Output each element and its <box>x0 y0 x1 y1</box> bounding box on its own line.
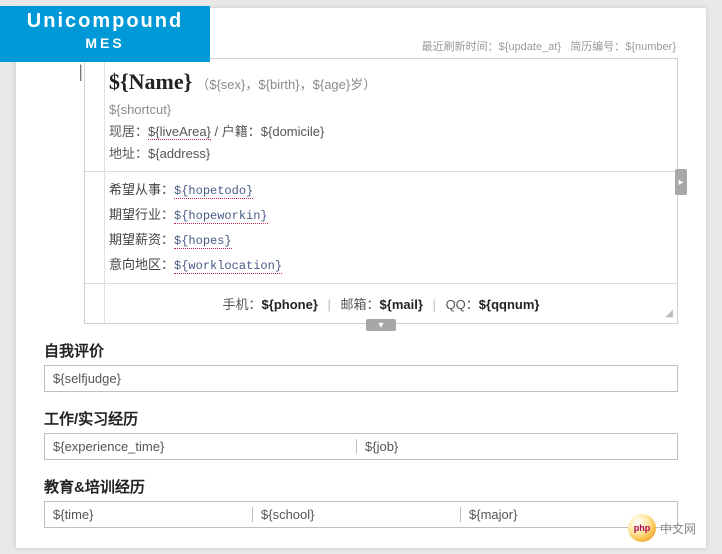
expectation-block: 希望从事：${hopetodo} 期望行业：${hopeworkin} 期望薪资… <box>85 172 677 284</box>
exp-box[interactable]: ${experience_time} ${job} <box>44 433 678 460</box>
live-value: ${liveArea} <box>148 124 211 140</box>
meta-number-label: 简历编号： <box>570 41 625 53</box>
watermark-text: 中文网 <box>660 520 696 537</box>
logo-line1: Unicompound <box>0 10 210 33</box>
shortcut-field: ${shortcut} <box>109 99 663 121</box>
meta-number-value: ${number} <box>625 41 676 53</box>
phone-label: 手机： <box>223 297 262 312</box>
watermark: php 中文网 <box>628 514 696 542</box>
exp-job-value: ${job} <box>356 439 669 454</box>
meta-updated-value: ${update_at} <box>499 41 561 53</box>
contact-bar: 手机：${phone} | 邮箱：${mail} | QQ：${qqnum} ▾… <box>85 284 677 323</box>
live-label: 现居： <box>109 124 148 139</box>
identity-block: ${Name} （${sex}，${birth}，${age}岁） ${shor… <box>85 59 677 172</box>
hopes-value: ${hopes} <box>174 234 232 249</box>
edu-time-value: ${time} <box>53 507 253 522</box>
document-page: 最近刷新时间：${update_at} 简历编号：${number} | ▸ $… <box>16 8 706 548</box>
phone-value: ${phone} <box>262 297 318 312</box>
section-edu-title: 教育&培训经历 <box>44 476 678 497</box>
self-box[interactable]: ${selfjudge} <box>44 365 678 392</box>
birth-field: ${birth} <box>258 77 299 92</box>
edu-school-value: ${school} <box>252 507 461 522</box>
qq-value: ${qqnum} <box>479 297 540 312</box>
selfjudge-value: ${selfjudge} <box>53 371 669 386</box>
hopetodo-value: ${hopetodo} <box>174 184 253 199</box>
edu-box[interactable]: ${time} ${school} ${major} <box>44 501 678 528</box>
section-self-title: 自我评价 <box>44 340 678 361</box>
name-field: ${Name} <box>109 69 192 94</box>
sex-field: ${sex} <box>209 77 245 92</box>
addr-value: ${address} <box>148 146 210 161</box>
brand-logo: Unicompound MES <box>0 6 210 62</box>
expand-down-handle[interactable]: ▾ <box>366 319 396 331</box>
age-field: ${age} <box>313 77 351 92</box>
expand-right-handle[interactable]: ▸ <box>675 169 687 195</box>
addr-label: 地址： <box>109 146 148 161</box>
meta-updated-label: 最近刷新时间： <box>422 41 499 53</box>
hopeworkin-value: ${hopeworkin} <box>174 209 268 224</box>
domicile-label: 户籍： <box>222 124 261 139</box>
mail-label: 邮箱： <box>341 297 380 312</box>
mail-value: ${mail} <box>380 297 423 312</box>
resize-icon[interactable]: ◢ <box>665 308 673 319</box>
qq-label: QQ： <box>446 297 479 312</box>
profile-card[interactable]: | ▸ ${Name} （${sex}，${birth}，${age}岁） ${… <box>84 58 678 324</box>
domicile-value: ${domicile} <box>261 124 325 139</box>
section-exp-title: 工作/实习经历 <box>44 408 678 429</box>
watermark-icon: php <box>628 514 656 542</box>
exp-time-value: ${experience_time} <box>53 439 357 454</box>
text-cursor-icon: | <box>79 61 83 82</box>
worklocation-value: ${worklocation} <box>174 259 282 274</box>
logo-line2: MES <box>0 35 210 51</box>
